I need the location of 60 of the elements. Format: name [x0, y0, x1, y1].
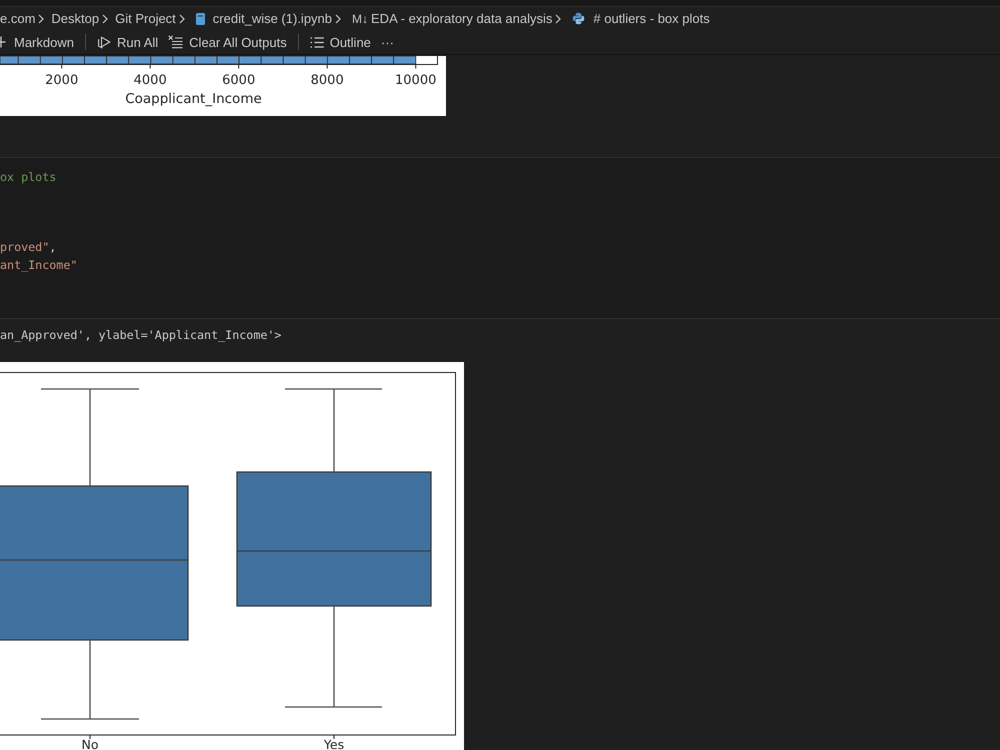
- chevron-right-icon: [335, 14, 342, 24]
- breadcrumb-item[interactable]: M↓ EDA - exploratory data analysis: [348, 11, 552, 26]
- histogram-bar: [172, 56, 196, 64]
- histogram-bar: [238, 56, 262, 64]
- breadcrumb-item[interactable]: # outliers - box plots: [568, 11, 710, 26]
- histogram-bar: [106, 56, 130, 64]
- tick-mark: [61, 64, 62, 69]
- notebook-file-icon: [196, 12, 205, 24]
- histogram-bar: [40, 56, 63, 64]
- plus-icon: [0, 36, 8, 48]
- code-editor[interactable]: ox plots proved", ant_Income": [0, 157, 1000, 319]
- histogram-bar: [150, 56, 174, 64]
- histogram-bar: [304, 56, 328, 64]
- histogram-bar: [216, 56, 240, 64]
- tick-label: 4000: [134, 73, 167, 88]
- tick-label: 2000: [45, 73, 78, 88]
- chevron-right-icon: [102, 14, 108, 24]
- breadcrumb-item[interactable]: Git Project: [115, 11, 176, 26]
- tick-mark: [238, 64, 240, 69]
- code-line: proved",: [0, 239, 56, 256]
- tick-mark: [326, 64, 328, 69]
- clear-list-icon: [168, 35, 184, 49]
- breadcrumb-item[interactable]: Desktop: [51, 11, 100, 26]
- tick-mark: [150, 64, 151, 69]
- histogram-bar: [260, 56, 284, 64]
- play-icon: [96, 35, 111, 49]
- histogram-bar: [84, 56, 108, 64]
- axis-label: Coapplicant_Income: [125, 91, 262, 107]
- more-actions-button[interactable]: ···: [376, 31, 399, 53]
- histogram-bar: [0, 56, 19, 64]
- category-label: Yes: [324, 737, 344, 750]
- code-line: ant_Income": [0, 256, 78, 274]
- histogram-bar: [128, 56, 152, 64]
- run-all-button[interactable]: Run All: [92, 31, 164, 53]
- list-icon: [310, 36, 324, 48]
- histogram-bar: [349, 56, 372, 64]
- clear-outputs-button[interactable]: Clear All Outputs: [163, 31, 292, 53]
- tick-mark: [415, 64, 416, 69]
- chevron-right-icon: [178, 14, 185, 24]
- histogram-bar: [282, 56, 306, 64]
- tick-label: 8000: [310, 73, 344, 88]
- chevron-right-icon: [38, 14, 44, 24]
- breadcrumb-item[interactable]: credit_wise (1).ipynb: [192, 11, 332, 26]
- category-label: No: [82, 737, 98, 750]
- tick-label: 6000: [222, 73, 256, 88]
- histogram-bar: [18, 56, 41, 64]
- python-icon: [572, 12, 586, 25]
- markdown-icon: M↓: [352, 12, 368, 26]
- markdown-button[interactable]: Markdown: [0, 31, 79, 53]
- histogram-bar: [194, 56, 218, 64]
- histogram-bar: [327, 56, 350, 64]
- histogram-bar: [62, 56, 85, 64]
- histogram-bar: [393, 56, 416, 64]
- code-line: ox plots: [0, 169, 56, 186]
- breadcrumb-item[interactable]: e.com: [0, 11, 36, 26]
- output-text: an_Approved', ylabel='Applicant_Income'>: [0, 327, 282, 344]
- histogram-bar: [371, 56, 394, 64]
- tick-label: 10000: [395, 73, 436, 88]
- outline-button[interactable]: Outline: [304, 31, 376, 53]
- chevron-right-icon: [555, 14, 562, 24]
